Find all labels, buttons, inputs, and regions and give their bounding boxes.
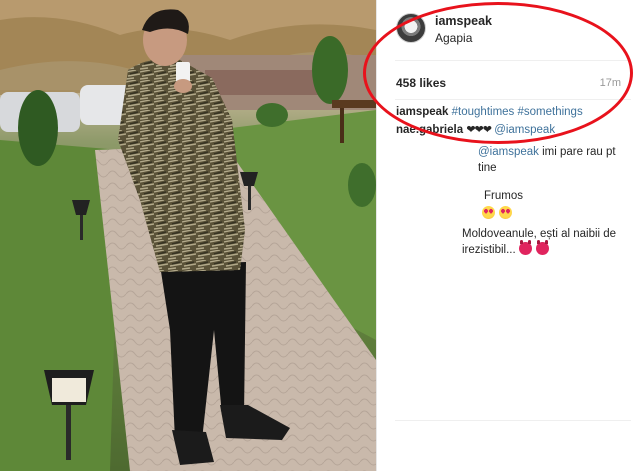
hashtag-link[interactable]: #somethings: [518, 106, 583, 118]
comment: nae.gabriela ❤❤❤ @iamspeak: [396, 122, 628, 138]
comment-username[interactable]: iamspeak: [396, 106, 448, 118]
divider: [395, 420, 631, 421]
mention-link[interactable]: @iamspeak: [494, 124, 555, 136]
post-photo[interactable]: [0, 0, 376, 471]
comment-text: Frumos: [484, 190, 523, 202]
comment-username[interactable]: nae.gabriela: [396, 124, 463, 136]
hashtag-link[interactable]: #toughtimes: [452, 106, 515, 118]
heart-eyes-emoji-icon: [499, 206, 513, 219]
divider: [395, 99, 631, 100]
devil-emoji-icon: [536, 240, 550, 255]
hearts-emoji: ❤❤❤: [466, 124, 492, 136]
user-avatar[interactable]: [396, 13, 426, 43]
comment: iamspeak #toughtimes #somethings: [396, 104, 628, 120]
divider: [395, 60, 631, 61]
post-username[interactable]: iamspeak: [435, 14, 492, 28]
post-info-panel: iamspeak Agapia 458 likes 17m iamspeak #…: [377, 0, 635, 471]
post-photo-scene: [0, 0, 376, 471]
comment: Moldoveanule, ești al naibii de irezisti…: [396, 226, 628, 258]
post-time: 17m: [599, 77, 621, 89]
post-header: iamspeak Agapia: [377, 0, 635, 58]
comment: Frumos: [396, 188, 628, 204]
comment: @iamspeak imi pare rau pt tine: [396, 144, 628, 176]
devil-emoji-icon: [518, 240, 532, 255]
comments-list: iamspeak #toughtimes #somethings nae.gab…: [396, 104, 628, 258]
heart-eyes-emoji-icon: [482, 206, 495, 219]
mention-link[interactable]: @iamspeak: [478, 146, 539, 158]
comment: [396, 206, 628, 222]
post-location[interactable]: Agapia: [435, 31, 472, 45]
likes-count[interactable]: 458 likes: [396, 76, 446, 90]
